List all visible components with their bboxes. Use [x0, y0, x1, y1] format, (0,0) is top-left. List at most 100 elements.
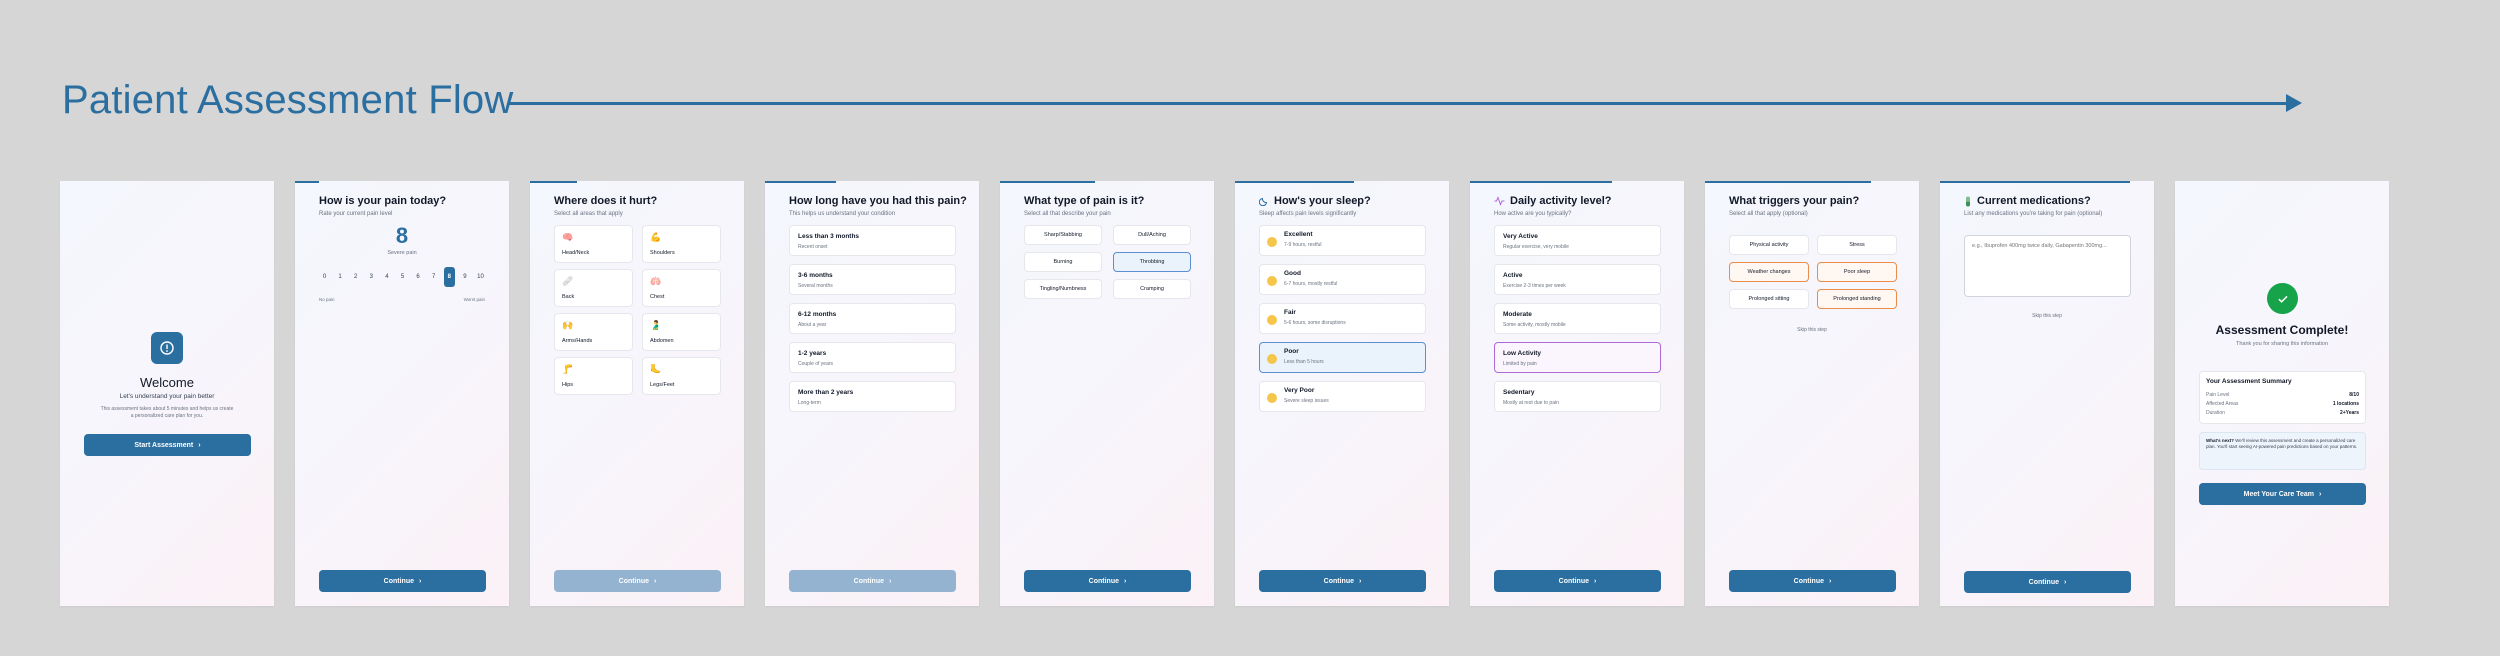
scale-4[interactable]: 4 [381, 272, 392, 282]
sleep-option-excellent[interactable]: Excellent 7-9 hours, restful [1259, 225, 1426, 256]
trigger-stress[interactable]: Stress [1817, 235, 1897, 255]
duration-heading: How long have you had this pain? [789, 195, 967, 207]
chevron-right-icon: › [888, 577, 892, 585]
duration-option-less-than-3-months[interactable]: Less than 3 months Recent onset [789, 225, 956, 256]
chevron-right-icon: › [1358, 577, 1362, 585]
meet-care-team-button[interactable]: Meet Your Care Team › [2199, 483, 2366, 505]
scale-5[interactable]: 5 [397, 272, 408, 282]
skip-link[interactable]: Skip this step [1705, 327, 1919, 333]
scale-0[interactable]: 0 [319, 272, 330, 282]
pain-type-throbbing[interactable]: Throbbing [1113, 252, 1191, 272]
screen-pain-level: How is your pain today? Rate your curren… [295, 181, 509, 606]
continue-label: Continue [1558, 577, 1589, 585]
continue-button[interactable]: Continue › [1494, 570, 1661, 592]
welcome-description: This assessment takes about 5 minutes an… [100, 406, 234, 412]
sleep-option-fair[interactable]: Fair 5-6 hours, some disruptions [1259, 303, 1426, 334]
activity-option-title: Moderate [1503, 311, 1532, 318]
area-legs-feet[interactable]: 🦶 Legs/Feet [642, 357, 721, 395]
face-icon [1267, 236, 1277, 247]
duration-option-1-2-years[interactable]: 1-2 years Couple of years [789, 342, 956, 373]
continue-button[interactable]: Continue › [789, 570, 956, 592]
continue-button[interactable]: Continue › [1964, 571, 2131, 593]
area-back[interactable]: 🩹 Back [554, 269, 633, 307]
activity-option-sedentary[interactable]: Sedentary Mostly at rest due to pain [1494, 381, 1661, 412]
sleep-option-good[interactable]: Good 6-7 hours, mostly restful [1259, 264, 1426, 295]
continue-label: Continue [1323, 577, 1354, 585]
screen-location: Where does it hurt? Select all areas tha… [530, 181, 744, 606]
complete-sub: Thank you for sharing this information [2235, 341, 2329, 347]
skip-link[interactable]: Skip this step [1940, 313, 2154, 319]
continue-button[interactable]: Continue › [554, 570, 721, 592]
scale-1[interactable]: 1 [335, 272, 346, 282]
chevron-right-icon: › [2319, 490, 2322, 498]
area-shoulders[interactable]: 💪 Shoulders [642, 225, 721, 263]
activity-option-desc: Exercise 2-3 times per week [1503, 283, 1566, 289]
scale-3[interactable]: 3 [366, 272, 377, 282]
continue-button[interactable]: Continue › [1729, 570, 1896, 592]
chevron-right-icon: › [2063, 578, 2067, 586]
area-abdomen[interactable]: 🫃 Abdomen [642, 313, 721, 351]
area-icon: 🩹 [562, 276, 574, 286]
area-icon: 🦵 [562, 364, 574, 374]
area-head-neck[interactable]: 🧠 Head/Neck [554, 225, 633, 263]
sleep-option-desc: Less than 5 hours [1284, 359, 1324, 365]
sleep-option-very-poor[interactable]: Very Poor Severe sleep issues [1259, 381, 1426, 412]
continue-button[interactable]: Continue › [1259, 570, 1426, 592]
sleep-option-desc: 7-9 hours, restful [1284, 242, 1322, 248]
area-label: Back [562, 294, 575, 300]
flow-arrow [508, 94, 2302, 112]
activity-option-low-activity[interactable]: Low Activity Limited by pain [1494, 342, 1661, 373]
start-assessment-button[interactable]: Start Assessment › [84, 434, 251, 456]
activity-option-title: Active [1503, 272, 1523, 279]
duration-option-title: More than 2 years [798, 389, 854, 396]
triggers-heading: What triggers your pain? [1729, 195, 1860, 207]
trigger-prolonged-sitting[interactable]: Prolonged sitting [1729, 289, 1809, 309]
pain-type-cramping[interactable]: Cramping [1113, 279, 1191, 299]
area-hips[interactable]: 🦵 Hips [554, 357, 633, 395]
activity-icon [1494, 196, 1505, 206]
summary-label: Pain Level [2206, 392, 2230, 398]
duration-option-6-12-months[interactable]: 6-12 months About a year [789, 303, 956, 334]
trigger-physical-activity[interactable]: Physical activity [1729, 235, 1809, 255]
activity-option-desc: Some activity, mostly mobile [1503, 322, 1566, 328]
sleep-option-poor[interactable]: Poor Less than 5 hours [1259, 342, 1426, 373]
continue-button[interactable]: Continue › [1024, 570, 1191, 592]
pain-heading: How is your pain today? [319, 195, 447, 207]
continue-label: Continue [383, 577, 414, 585]
area-arms-hands[interactable]: 🙌 Arms/Hands [554, 313, 633, 351]
scale-10[interactable]: 10 [475, 272, 486, 282]
pain-type-dull-aching[interactable]: Dull/Aching [1113, 225, 1191, 245]
duration-option-3-6-months[interactable]: 3-6 months Several months [789, 264, 956, 295]
pain-type-burning[interactable]: Burning [1024, 252, 1102, 272]
scale-9[interactable]: 9 [459, 272, 470, 282]
duration-option-desc: About a year [798, 322, 827, 328]
screen-duration: How long have you had this pain? This he… [765, 181, 979, 606]
duration-option-more-than-2-years[interactable]: More than 2 years Long-term [789, 381, 956, 412]
trigger-prolonged-standing[interactable]: Prolonged standing [1817, 289, 1897, 309]
continue-button[interactable]: Continue › [319, 570, 486, 592]
area-chest[interactable]: 🫁 Chest [642, 269, 721, 307]
pain-type-tingling-numbness[interactable]: Tingling/Numbness [1024, 279, 1102, 299]
pain-value: 8 [395, 223, 409, 248]
scale-2[interactable]: 2 [350, 272, 361, 282]
pain-type-sharp-stabbing[interactable]: Sharp/Stabbing [1024, 225, 1102, 245]
summary-title: Your Assessment Summary [2206, 378, 2292, 385]
whats-next-label: What's next? [2206, 438, 2234, 443]
scale-6[interactable]: 6 [413, 272, 424, 282]
activity-option-desc: Limited by pain [1503, 361, 1537, 367]
trigger-poor-sleep[interactable]: Poor sleep [1817, 262, 1897, 282]
duration-sub: This helps us understand your condition [789, 211, 896, 217]
activity-option-active[interactable]: Active Exercise 2-3 times per week [1494, 264, 1661, 295]
sleep-option-desc: Severe sleep issues [1284, 398, 1329, 404]
area-icon: 🧠 [562, 232, 574, 242]
welcome-subtitle: Let's understand your pain better [119, 393, 215, 400]
scale-7[interactable]: 7 [428, 272, 439, 282]
trigger-weather-changes[interactable]: Weather changes [1729, 262, 1809, 282]
activity-option-moderate[interactable]: Moderate Some activity, mostly mobile [1494, 303, 1661, 334]
scale-8[interactable]: 8 [443, 267, 455, 287]
activity-option-very-active[interactable]: Very Active Regular exercise, very mobile [1494, 225, 1661, 256]
sleep-heading: How's your sleep? [1274, 195, 1371, 207]
face-icon [1267, 314, 1277, 325]
medications-input[interactable] [1964, 235, 2131, 297]
area-label: Head/Neck [562, 250, 590, 256]
